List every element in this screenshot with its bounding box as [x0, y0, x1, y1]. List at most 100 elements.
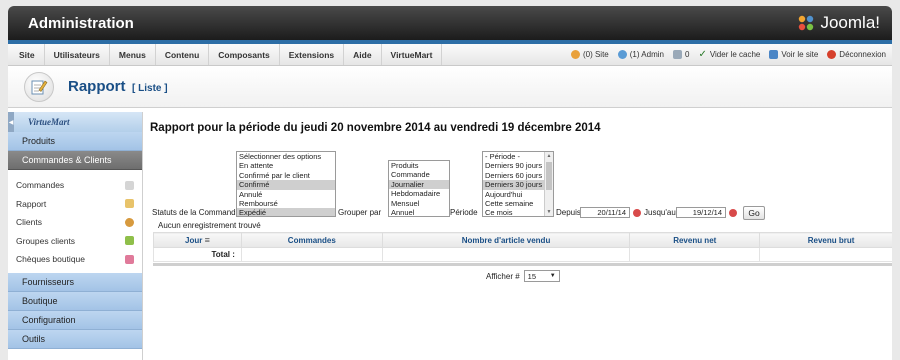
report-edit-icon — [31, 80, 48, 94]
top-header: Administration Joomla! — [8, 6, 892, 40]
sidebar-item-label: Commandes — [16, 180, 65, 191]
period-scrollbar[interactable]: ▲ ▼ — [544, 152, 553, 216]
sidebar-section-outils[interactable]: Outils — [8, 329, 142, 349]
site-users-link[interactable]: (0) Site — [570, 50, 609, 59]
logout-icon — [827, 50, 837, 59]
messages-count: 0 — [684, 50, 690, 59]
chevron-down-icon: ▼ — [549, 273, 556, 279]
scroll-up-icon[interactable]: ▲ — [545, 152, 553, 160]
users-icon — [570, 50, 580, 59]
report-table: Jour ≡ Commandes Nombre d'article vendu … — [153, 232, 892, 262]
sidebar-item-cheques-boutique[interactable]: Chèques boutique — [8, 250, 142, 269]
mail-icon — [672, 50, 682, 59]
clear-cache-link[interactable]: ✓ Vider le cache — [698, 49, 760, 60]
status-option[interactable]: Remboursé — [237, 199, 335, 208]
sidebar: ◀ VirtueMart Produits Commandes & Client… — [8, 112, 143, 360]
group-option[interactable]: Produits — [389, 161, 449, 170]
sidebar-section-configuration[interactable]: Configuration — [8, 310, 142, 330]
menu-contenu[interactable]: Contenu — [156, 44, 210, 65]
group-option[interactable]: Mensuel — [389, 199, 449, 208]
page-toolbar: Rapport [ Liste ] — [8, 66, 892, 108]
group-option[interactable]: Commande — [389, 170, 449, 179]
sidebar-sublist: Commandes Rapport Clients Groupes client… — [8, 170, 142, 273]
status-option-selected[interactable]: Expédié — [237, 208, 335, 216]
menu-virtuemart[interactable]: VirtueMart — [382, 44, 443, 65]
sidebar-item-rapport[interactable]: Rapport — [8, 195, 142, 214]
to-date-input[interactable]: 19/12/14 — [676, 207, 726, 218]
menu-composants[interactable]: Composants — [209, 44, 280, 65]
table-footer-bar — [153, 263, 892, 266]
from-date-label: Depuis — [556, 208, 581, 217]
sidebar-item-groupes-clients[interactable]: Groupes clients — [8, 232, 142, 251]
group-by-label: Grouper par — [338, 208, 382, 217]
no-records-message: Aucun enregistrement trouvé — [158, 221, 261, 230]
site-users-count: (0) Site — [582, 50, 609, 59]
sidebar-section-boutique[interactable]: Boutique — [8, 291, 142, 311]
status-option[interactable]: Annulé — [237, 190, 335, 199]
status-option[interactable]: Sélectionner des options — [237, 152, 335, 161]
table-cell — [759, 247, 892, 262]
sidebar-item-label: Rapport — [16, 198, 47, 209]
menu-site[interactable]: Site — [10, 44, 45, 65]
order-status-select[interactable]: Sélectionner des options En attente Conf… — [236, 151, 336, 217]
status-option[interactable]: Confirmé par le client — [237, 171, 335, 180]
period-option[interactable]: Cette semaine — [483, 199, 553, 208]
group-option[interactable]: Hebdomadaire — [389, 189, 449, 198]
group-option-selected[interactable]: Journalier — [389, 179, 449, 190]
view-site-link[interactable]: Voir le site — [769, 50, 818, 59]
status-option[interactable]: En attente — [237, 161, 335, 170]
period-option[interactable]: Ce mois — [483, 208, 553, 216]
report-small-icon — [125, 199, 134, 209]
table-row: Total : — [153, 247, 892, 262]
admin-users-link[interactable]: (1) Admin — [617, 50, 664, 59]
groups-icon — [125, 236, 134, 246]
period-label: Période — [450, 208, 478, 217]
collapse-arrow-icon[interactable]: ◀ — [8, 112, 14, 132]
sidebar-section-commandes-clients[interactable]: Commandes & Clients — [8, 151, 142, 170]
column-articles-vendus[interactable]: Nombre d'article vendu — [381, 232, 631, 248]
report-content: Rapport pour la période du jeudi 20 nove… — [150, 112, 892, 360]
from-date-input[interactable]: 20/11/14 — [580, 207, 630, 218]
messages-link[interactable]: 0 — [672, 50, 690, 59]
main-menu: Site Utilisateurs Menus Contenu Composan… — [8, 44, 892, 66]
menu-extensions[interactable]: Extensions — [280, 44, 345, 65]
period-option[interactable]: Derniers 60 jours — [483, 171, 553, 180]
logout-link[interactable]: Déconnexion — [827, 50, 886, 59]
table-header-row: Jour ≡ Commandes Nombre d'article vendu … — [153, 232, 892, 248]
period-option-selected[interactable]: Derniers 30 jours — [483, 180, 553, 190]
clear-from-date-icon[interactable] — [633, 209, 641, 217]
clear-cache-label: Vider le cache — [709, 50, 761, 59]
menu-items: Site Utilisateurs Menus Contenu Composan… — [10, 44, 443, 65]
column-revenu-net[interactable]: Revenu net — [629, 232, 761, 248]
scroll-down-icon[interactable]: ▼ — [545, 208, 553, 216]
table-cell — [240, 247, 383, 262]
column-jour[interactable]: Jour ≡ — [153, 232, 242, 248]
period-option[interactable]: Derniers 90 jours — [483, 161, 553, 170]
period-option[interactable]: - Période - — [483, 152, 553, 161]
menu-utilisateurs[interactable]: Utilisateurs — [45, 44, 110, 65]
scroll-thumb[interactable] — [546, 162, 552, 190]
admin-users-count: (1) Admin — [629, 50, 664, 59]
table-cell — [629, 247, 761, 262]
sidebar-item-clients[interactable]: Clients — [8, 213, 142, 232]
admin-title: Administration — [28, 14, 134, 32]
sidebar-item-commandes[interactable]: Commandes — [8, 176, 142, 195]
clear-to-date-icon[interactable] — [729, 209, 737, 217]
period-select[interactable]: - Période - Derniers 90 jours Derniers 6… — [482, 151, 554, 217]
menu-menus[interactable]: Menus — [110, 44, 156, 65]
column-revenu-brut[interactable]: Revenu brut — [759, 232, 892, 248]
period-option[interactable]: Aujourd'hui — [483, 190, 553, 199]
menu-aide[interactable]: Aide — [344, 44, 382, 65]
group-option[interactable]: Annuel — [389, 208, 449, 216]
sidebar-section-produits[interactable]: Produits — [8, 132, 142, 151]
per-page-value: 15 — [527, 271, 536, 281]
status-option-selected[interactable]: Confirmé — [237, 180, 335, 190]
go-button[interactable]: Go — [743, 206, 765, 220]
sort-icon[interactable]: ≡ — [205, 235, 210, 245]
sidebar-section-fournisseurs[interactable]: Fournisseurs — [8, 272, 142, 292]
per-page-select[interactable]: 15 ▼ — [523, 270, 560, 282]
order-status-label: Statuts de la Commande — [152, 208, 241, 217]
column-commandes[interactable]: Commandes — [240, 232, 383, 248]
group-by-select[interactable]: Produits Commande Journalier Hebdomadair… — [388, 160, 450, 217]
page-subtitle-link[interactable]: [ Liste ] — [132, 83, 168, 94]
